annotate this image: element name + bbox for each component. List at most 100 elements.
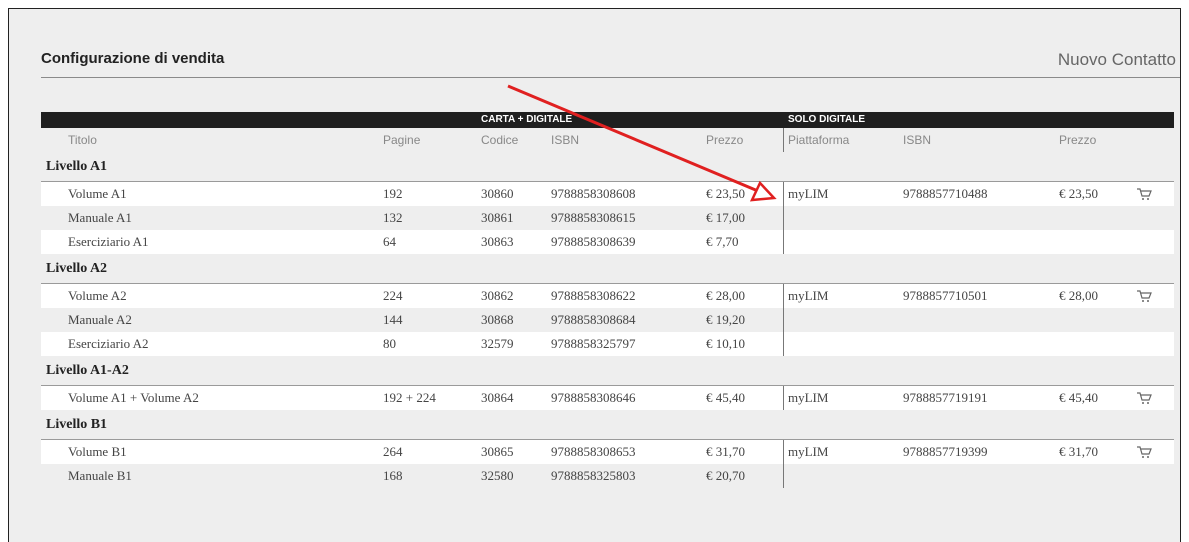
cell-isbn-digitale: 9788857710488 [903,186,988,201]
col-header-codice: Codice [481,133,519,147]
table-row: Volume B1 264 30865 9788858308653 € 31,70 myL… [41,440,1174,464]
col-header-titolo: Titolo [68,133,97,147]
cell-codice: 30863 [481,234,514,249]
cell-prezzo: € 28,00 [706,288,745,303]
level-header: Livello B1 [41,410,1174,440]
col-header-prezzo: Prezzo [706,133,744,147]
cell-piattaforma: myLIM [788,390,829,405]
page-title: Configurazione di vendita [41,50,225,67]
cell-isbn: 9788858308653 [551,444,636,459]
column-divider [783,464,784,488]
col-header-piattaforma: Piattaforma [788,133,850,147]
new-contact-link[interactable]: Nuovo Contatto [1058,50,1176,70]
column-group-bar: CARTA + DIGITALE SOLO DIGITALE [41,112,1174,128]
cell-isbn: 9788858308622 [551,288,636,303]
cell-prezzo-digitale: € 23,50 [1059,186,1098,201]
cell-isbn: 9788858308646 [551,390,636,405]
group-paper-digital: CARTA + DIGITALE [481,114,573,125]
shopping-cart-icon[interactable] [1136,445,1152,459]
cell-titolo: Manuale B1 [68,468,132,483]
column-header-row: Titolo Pagine Codice ISBN Prezzo Piattaf… [41,128,1174,152]
col-header-isbn: ISBN [551,133,580,147]
level-header: Livello A1 [41,152,1174,182]
table-row: Volume A2 224 30862 9788858308622 € 28,00 myL… [41,284,1174,308]
column-divider [783,230,784,254]
cell-isbn: 9788858308639 [551,234,636,249]
cell-codice: 30865 [481,444,514,459]
pricing-table: CARTA + DIGITALE SOLO DIGITALE Titolo Pa… [41,112,1174,488]
cell-isbn: 9788858308684 [551,312,636,327]
cell-titolo: Volume B1 [68,444,127,459]
group-digital-only: SOLO DIGITALE [788,114,866,125]
level-header: Livello A1-A2 [41,356,1174,386]
table-row: Volume A1 192 30860 9788858308608 € 23,50 myL… [41,182,1174,206]
col-header-isbn-digitale: ISBN [903,133,932,147]
shopping-cart-icon[interactable] [1136,391,1152,405]
shopping-cart-icon[interactable] [1136,289,1152,303]
cell-prezzo: € 10,10 [706,336,745,351]
cell-prezzo-digitale: € 31,70 [1059,444,1098,459]
cell-isbn: 9788858308615 [551,210,636,225]
cell-pagine: 192 + 224 [383,390,436,405]
cell-codice: 30861 [481,210,514,225]
column-divider [783,128,784,152]
cell-codice: 32579 [481,336,514,351]
table-row: Eserciziario A1 64 30863 9788858308639 € 7,7… [41,230,1174,254]
column-divider [783,440,784,464]
cell-prezzo: € 31,70 [706,444,745,459]
cell-codice: 30868 [481,312,514,327]
cell-piattaforma: myLIM [788,444,829,459]
cell-prezzo-digitale: € 28,00 [1059,288,1098,303]
cell-pagine: 132 [383,210,403,225]
cell-codice: 30862 [481,288,514,303]
cell-isbn-digitale: 9788857710501 [903,288,988,303]
cell-pagine: 144 [383,312,403,327]
shopping-cart-icon[interactable] [1136,187,1152,201]
cell-titolo: Eserciziario A1 [68,234,149,249]
cell-titolo: Volume A2 [68,288,127,303]
cell-pagine: 80 [383,336,396,351]
cell-codice: 30864 [481,390,514,405]
cell-pagine: 224 [383,288,403,303]
table-row: Manuale A1 132 30861 9788858308615 € 17,00 [41,206,1174,230]
table-row: Eserciziario A2 80 32579 9788858325797 € 10,… [41,332,1174,356]
cell-prezzo: € 19,20 [706,312,745,327]
column-divider [783,386,784,410]
column-divider [783,308,784,332]
cell-pagine: 168 [383,468,403,483]
cell-titolo: Eserciziario A2 [68,336,149,351]
table-row: Volume A1 + Volume A2 192 + 224 30864 97888… [41,386,1174,410]
cell-isbn-digitale: 9788857719191 [903,390,988,405]
cell-prezzo: € 45,40 [706,390,745,405]
column-divider [783,206,784,230]
cell-prezzo: € 7,70 [706,234,739,249]
cell-titolo: Volume A1 + Volume A2 [68,390,199,405]
cell-isbn: 9788858325803 [551,468,636,483]
cell-codice: 30860 [481,186,514,201]
cell-piattaforma: myLIM [788,288,829,303]
table-row: Manuale A2 144 30868 9788858308684 € 19,20 [41,308,1174,332]
col-header-pagine: Pagine [383,133,421,147]
cell-prezzo-digitale: € 45,40 [1059,390,1098,405]
level-header: Livello A2 [41,254,1174,284]
table-row: Manuale B1 168 32580 9788858325803 € 20,70 [41,464,1174,488]
col-header-prezzo-digitale: Prezzo [1059,133,1097,147]
column-divider [783,284,784,308]
cell-titolo: Manuale A2 [68,312,132,327]
levels-container: Livello A1 Volume A1 192 30860 9788858308608… [41,152,1174,488]
cell-pagine: 64 [383,234,396,249]
level-title: Livello A2 [46,261,108,276]
level-title: Livello A1 [46,159,108,174]
level-title: Livello B1 [46,417,108,432]
panel-header: Configurazione di vendita Nuovo Contatto [41,45,1180,78]
cell-pagine: 192 [383,186,403,201]
cell-isbn-digitale: 9788857719399 [903,444,988,459]
cell-codice: 32580 [481,468,514,483]
cell-titolo: Volume A1 [68,186,127,201]
cell-titolo: Manuale A1 [68,210,132,225]
column-divider [783,182,784,206]
level-title: Livello A1-A2 [46,363,129,378]
cell-piattaforma: myLIM [788,186,829,201]
column-divider [783,332,784,356]
cell-pagine: 264 [383,444,403,459]
